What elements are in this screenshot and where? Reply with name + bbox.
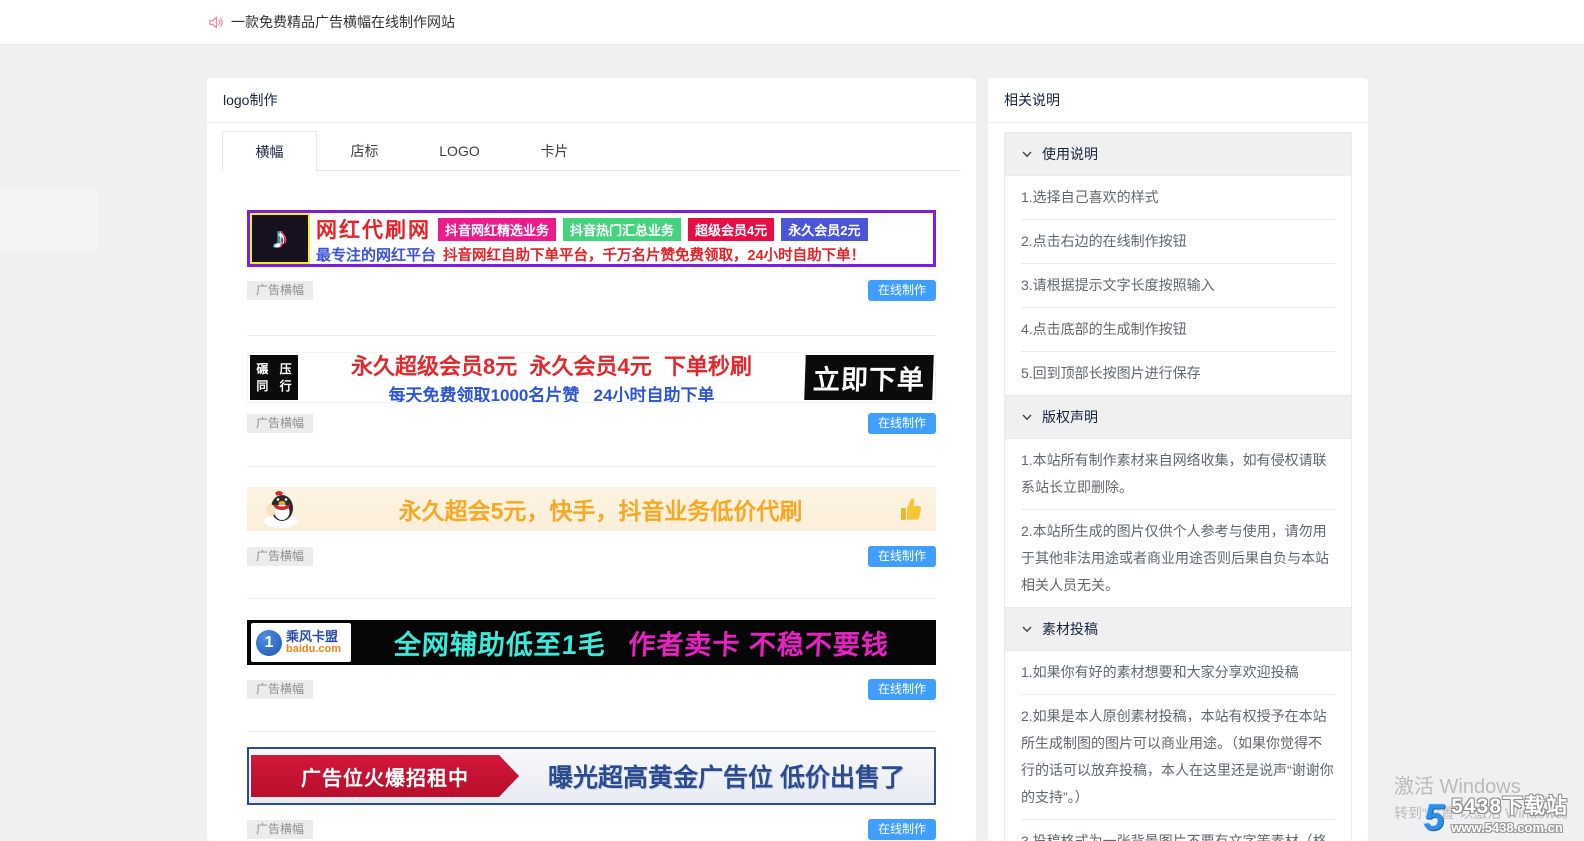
make-online-button[interactable]: 在线制作 <box>867 818 936 840</box>
item-meta-row: 广告横幅 在线制作 <box>247 545 936 567</box>
chevron-down-icon <box>1022 151 1032 158</box>
banner4-logo-name: 乘风卡盟 <box>286 628 339 644</box>
left-decoration <box>0 190 98 252</box>
banner2-content: 永久超级会员8元 永久会员4元 下单秒刷 每天免费领取1000名片赞 24小时自… <box>298 353 805 403</box>
banner-preview-3[interactable]: 永久超会5元，快手，抖音业务低价代刷 <box>247 487 936 531</box>
banner5-text: 曝光超高黄金广告位 低价出售了 <box>548 764 905 792</box>
banner4-logo: 1 乘风卡盟 baidu.com <box>251 623 351 662</box>
penguin-mascot-icon <box>264 491 298 528</box>
banner-preview-2[interactable]: 碾 压 同 行 永久超级会员8元 永久会员4元 下单秒刷 每天免费领取1000名… <box>247 352 936 403</box>
banner1-badge-1: 抖音网红精选业务 <box>438 217 557 241</box>
banner1-badge-3: 超级会员4元 <box>688 217 775 241</box>
logo-maker-panel: logo制作 横幅 店标 LOGO 卡片 ♪ 网红代刷网 抖音网红精选业务 抖音… <box>207 78 976 841</box>
section-title: 使用说明 <box>1042 146 1098 162</box>
banner2-brand-line1: 碾 压 <box>256 361 296 376</box>
item-meta-row: 广告横幅 在线制作 <box>247 279 936 301</box>
item-tag: 广告横幅 <box>247 819 314 839</box>
item-meta-row: 广告横幅 在线制作 <box>247 818 936 840</box>
item-tag: 广告横幅 <box>247 679 314 699</box>
copyright-item: 1.本站所有制作素材来自网络收集，如有侵权请联系站长立即删除。 <box>1021 452 1327 495</box>
section-usage-header[interactable]: 使用说明 <box>1005 133 1351 176</box>
banner1-content: 网红代刷网 抖音网红精选业务 抖音热门汇总业务 超级会员4元 永久会员2元 最专… <box>310 213 933 264</box>
banner1-tagline: 抖音网红自助下单平台，千万名片赞免费领取，24小时自助下单！ <box>443 248 866 264</box>
info-panel-title: 相关说明 <box>1004 92 1060 108</box>
banner2-line1: 永久超级会员8元 永久会员4元 下单秒刷 <box>351 354 752 379</box>
banner2-line2: 每天免费领取1000名片赞 24小时自助下单 <box>388 386 715 403</box>
usage-item: 3.请根据提示文字长度按照输入 <box>1021 277 1215 293</box>
banner1-subtitle: 最专注的网红平台 <box>316 247 437 264</box>
tab-banner[interactable]: 横幅 <box>222 131 317 172</box>
banner2-brand-box: 碾 压 同 行 <box>250 355 298 400</box>
tab-shop-logo[interactable]: 店标 <box>317 131 412 171</box>
item-tag: 广告横幅 <box>247 413 314 433</box>
banner3-text: 永久超会5元，快手，抖音业务低价代刷 <box>398 498 803 524</box>
music-note-icon: ♪ <box>272 221 288 255</box>
usage-item: 5.回到顶部长按图片进行保存 <box>1021 365 1201 381</box>
banner-preview-5[interactable]: 广告位火爆招租中 曝光超高黄金广告位 低价出售了 <box>247 747 936 805</box>
divider <box>247 598 936 599</box>
banner1-badge-2: 抖音热门汇总业务 <box>563 217 682 241</box>
make-online-button[interactable]: 在线制作 <box>867 279 936 301</box>
divider <box>247 335 936 336</box>
site-watermark-logo: 5 <box>1423 797 1445 838</box>
section-submit-header[interactable]: 素材投稿 <box>1005 608 1351 651</box>
banner4-text: 全网辅助低至1毛 作者卖卡 不稳不要钱 <box>350 623 933 662</box>
section-submit-body: 1.如果你有好的素材想要和大家分享欢迎投稿 2.如果是本人原创素材投稿，本站有权… <box>1005 651 1351 841</box>
item-tag: 广告横幅 <box>247 546 314 566</box>
site-watermark-name: 5438下载站 <box>1451 795 1568 818</box>
divider <box>988 122 1368 123</box>
info-collapse: 使用说明 1.选择自己喜欢的样式 2.点击右边的在线制作按钮 3.请根据提示文字… <box>1004 132 1352 841</box>
divider <box>207 122 976 123</box>
banner2-brand-line2: 同 行 <box>256 378 296 393</box>
item-meta-row: 广告横幅 在线制作 <box>247 678 936 700</box>
section-copyright-body: 1.本站所有制作素材来自网络收集，如有侵权请联系站长立即删除。 2.本站所生成的… <box>1005 439 1351 608</box>
page-title: logo制作 <box>223 92 278 108</box>
site-announcement: 一款免费精品广告横幅在线制作网站 <box>231 14 455 30</box>
divider <box>247 731 936 732</box>
banner-preview-1[interactable]: ♪ 网红代刷网 抖音网红精选业务 抖音热门汇总业务 超级会员4元 永久会员2元 … <box>247 210 936 267</box>
section-title: 版权声明 <box>1042 409 1098 425</box>
item-tag: 广告横幅 <box>247 280 314 300</box>
copyright-item: 2.本站所生成的图片仅供个人参考与使用，请勿用于其他非法用途或者商业用途否则后果… <box>1021 523 1329 593</box>
make-online-button[interactable]: 在线制作 <box>867 678 936 700</box>
section-copyright-header[interactable]: 版权声明 <box>1005 396 1351 439</box>
section-usage-body: 1.选择自己喜欢的样式 2.点击右边的在线制作按钮 3.请根据提示文字长度按照输… <box>1005 176 1351 396</box>
site-watermark-url: www.5438.com.cn <box>1451 820 1563 835</box>
submit-item: 2.如果是本人原创素材投稿，本站有权授予在本站所生成制图的图片可以商业用途。（如… <box>1021 708 1334 805</box>
banner1-badge-4: 永久会员2元 <box>781 217 868 241</box>
banner4-text-cyan: 全网辅助低至1毛 <box>393 630 607 660</box>
tiktok-logo: ♪ <box>250 213 310 264</box>
make-online-button[interactable]: 在线制作 <box>867 412 936 434</box>
site-watermark: 5 5438下载站 www.5438.com.cn <box>1423 790 1568 838</box>
info-panel: 相关说明 使用说明 1.选择自己喜欢的样式 2.点击右边的在线制作按钮 3.请根… <box>988 78 1368 841</box>
category-tabs: 横幅 店标 LOGO 卡片 <box>222 131 961 172</box>
section-title: 素材投稿 <box>1042 621 1098 637</box>
top-bar: 一款免费精品广告横幅在线制作网站 <box>0 0 1584 45</box>
banner4-text-magenta: 作者卖卡 不稳不要钱 <box>627 630 890 660</box>
speaker-icon <box>209 16 223 28</box>
thumbs-up-icon <box>901 498 922 520</box>
divider <box>247 466 936 467</box>
item-meta-row: 广告横幅 在线制作 <box>247 412 936 434</box>
banner1-title: 网红代刷网 <box>316 219 431 242</box>
banner4-logo-domain: baidu.com <box>286 642 342 655</box>
tab-logo[interactable]: LOGO <box>412 131 507 171</box>
usage-item: 2.点击右边的在线制作按钮 <box>1021 233 1187 249</box>
make-online-button[interactable]: 在线制作 <box>867 545 936 567</box>
banner5-ribbon: 广告位火爆招租中 <box>251 755 519 797</box>
usage-item: 1.选择自己喜欢的样式 <box>1021 189 1159 205</box>
banner-preview-4[interactable]: 1 乘风卡盟 baidu.com 全网辅助低至1毛 作者卖卡 不稳不要钱 <box>247 620 936 665</box>
banner4-logo-icon: 1 <box>256 629 282 656</box>
tab-card[interactable]: 卡片 <box>507 131 602 171</box>
chevron-down-icon <box>1022 626 1032 633</box>
submit-item: 3.投稿格式为一张背景图片不要有文字等素材（格式最好png，gif暂不支持），还… <box>1021 833 1327 841</box>
usage-item: 4.点击底部的生成制作按钮 <box>1021 321 1187 337</box>
chevron-down-icon <box>1022 414 1032 421</box>
submit-item: 1.如果你有好的素材想要和大家分享欢迎投稿 <box>1021 664 1299 680</box>
banner2-order-button: 立即下单 <box>804 355 934 400</box>
